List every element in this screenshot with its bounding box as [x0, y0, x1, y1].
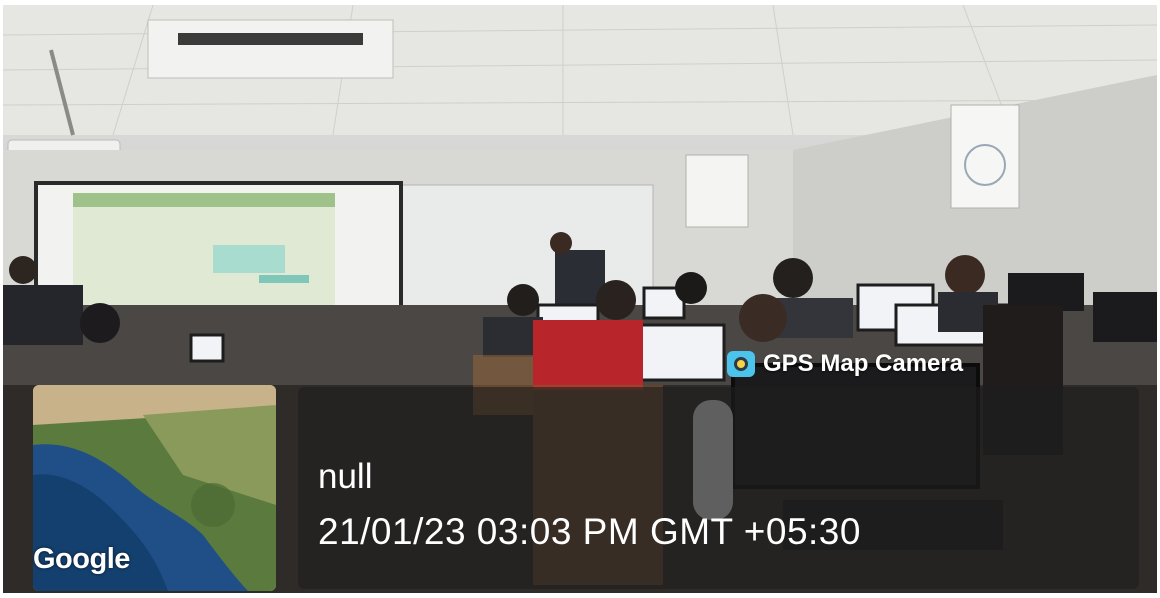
gps-map-camera-label: GPS Map Camera	[763, 350, 964, 377]
map-attribution: Google	[33, 543, 130, 575]
classroom-photo: Google null 21/01/23 03:03 PM GMT +05:30…	[3, 5, 1157, 593]
map-thumbnail: Google	[33, 385, 276, 591]
geotag-stamp-panel	[298, 387, 1139, 589]
timestamp-text: 21/01/23 03:03 PM GMT +05:30	[318, 511, 861, 552]
gps-map-camera-badge: GPS Map Camera	[727, 349, 963, 379]
location-text: null	[318, 457, 373, 496]
gps-map-camera-logo-icon	[727, 351, 755, 377]
